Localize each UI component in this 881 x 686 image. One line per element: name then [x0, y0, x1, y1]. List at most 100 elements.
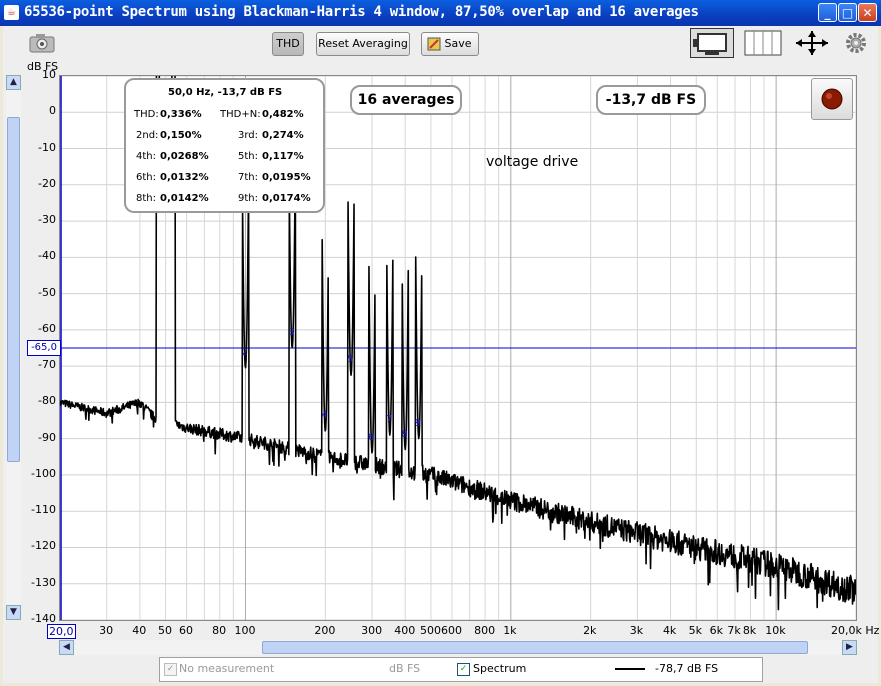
thd-cell: 0,336% — [160, 109, 202, 120]
scroll-left-arrow[interactable]: ◀ — [59, 640, 74, 655]
averages-badge: 16 averages — [350, 85, 462, 115]
y-tick-label: -90 — [38, 430, 56, 444]
thd-info-box: 50,0 Hz, -13,7 dB FS THD: 0,336% THD+N: 0,4… — [124, 78, 325, 213]
close-button[interactable]: ✕ — [858, 3, 877, 22]
x-tick-label: 60 — [178, 624, 193, 637]
spectrum-legend-value: -78,7 dB FS — [655, 662, 719, 675]
y-tick-label: -110 — [31, 503, 56, 517]
y-tick-label: -20 — [38, 176, 56, 190]
reset-averaging-button[interactable]: Reset Averaging — [316, 32, 410, 56]
zoom-fit-icon[interactable] — [794, 30, 830, 56]
x-tick-label: 6k — [709, 624, 724, 637]
x-tick-label: 300 — [361, 624, 383, 637]
x-tick-label: 20,0k Hz — [831, 624, 880, 637]
x-tick-label: 3k — [629, 624, 644, 637]
marker-level-label[interactable]: -65,0 — [27, 340, 61, 356]
spectrum-checkbox[interactable]: ✓ — [457, 663, 470, 676]
vertical-scrollbar[interactable]: ▲ ▼ — [6, 75, 21, 620]
no-measurement-checkbox[interactable]: ✓ — [164, 663, 177, 676]
java-app-icon: ☕ — [4, 5, 19, 20]
x-tick-label: 4k — [662, 624, 677, 637]
save-button[interactable]: Save — [421, 32, 479, 56]
level-badge: -13,7 dB FS — [596, 85, 706, 115]
save-icon — [427, 37, 441, 59]
y-tick-label: -10 — [38, 140, 56, 154]
thd-cell: 6th: — [136, 172, 156, 183]
grid-view-icon[interactable] — [744, 30, 782, 56]
harmonic-label: 3 — [288, 327, 295, 338]
x-tick-label: 20,0 — [47, 624, 76, 639]
x-tick-label: 10k — [765, 624, 786, 637]
save-label: Save — [444, 37, 472, 50]
no-measurement-label: No measurement — [179, 662, 275, 675]
maximize-button[interactable]: □ — [838, 3, 857, 22]
x-tick-label: 800 — [474, 624, 496, 637]
thd-cell: 9th: — [238, 193, 258, 204]
thd-cell: 0,0195% — [262, 172, 311, 183]
vertical-scroll-thumb[interactable] — [7, 117, 20, 462]
thd-cell: 4th: — [136, 151, 156, 162]
thd-cell: 2nd: — [136, 130, 159, 141]
spectrum-legend-label: Spectrum — [473, 662, 527, 675]
legend-unit: dB FS — [389, 662, 421, 675]
x-tick-label: 7k — [727, 624, 741, 637]
record-button[interactable] — [811, 78, 853, 120]
x-tick-label: 40 — [132, 624, 147, 637]
y-tick-label: -50 — [38, 285, 56, 299]
thd-cell: 0,0142% — [160, 193, 209, 204]
x-tick-label: 600 — [441, 624, 463, 637]
thd-cell: 0,482% — [262, 109, 304, 120]
thd-cell: 0,274% — [262, 130, 304, 141]
thd-cell: 0,0174% — [262, 193, 311, 204]
y-tick-label: -120 — [31, 539, 56, 553]
thd-cell: 8th: — [136, 193, 156, 204]
x-tick-label: 200 — [314, 624, 336, 637]
harmonic-label: 4 — [321, 410, 328, 422]
graph-view-icon[interactable] — [690, 28, 734, 58]
horizontal-scroll-thumb[interactable] — [262, 641, 808, 654]
thd-cell: 0,117% — [262, 151, 304, 162]
y-tick-label: -80 — [38, 394, 56, 408]
window-title: 65536-point Spectrum using Blackman-Harr… — [24, 4, 699, 20]
y-tick-label: -30 — [38, 213, 56, 227]
thd-cell: THD: — [134, 109, 159, 120]
thd-header: 50,0 Hz, -13,7 dB FS — [168, 87, 283, 98]
x-tick-label: 8k — [742, 624, 757, 637]
spectrum-legend-line — [615, 668, 645, 670]
harmonic-label: 6 — [368, 432, 375, 444]
thd-cell: 3rd: — [238, 130, 259, 141]
thd-cell: 7th: — [238, 172, 258, 183]
x-tick-label: 1k — [503, 624, 517, 637]
harmonic-label: 8 — [401, 428, 408, 440]
thd-cell: 0,0132% — [160, 172, 209, 183]
y-tick-label: -40 — [38, 249, 56, 263]
y-tick-label: -130 — [31, 575, 56, 589]
harmonic-label: 9 — [414, 417, 422, 429]
minimize-button[interactable]: _ — [818, 3, 837, 22]
camera-icon[interactable] — [27, 30, 57, 54]
thd-cell: 5th: — [238, 151, 258, 162]
scroll-up-arrow[interactable]: ▲ — [6, 75, 21, 90]
legend-bar: ✓ No measurement dB FS ✓ Spectrum -78,7 … — [159, 657, 763, 682]
x-tick-label: 500 — [420, 624, 442, 637]
thd-button[interactable]: THD — [272, 32, 304, 56]
title-bar: ☕ 65536-point Spectrum using Blackman-Ha… — [0, 0, 881, 26]
harmonic-label: 7 — [385, 414, 393, 426]
x-tick-label: 50 — [157, 624, 172, 637]
x-tick-label: 100 — [234, 624, 256, 637]
y-tick-label: 10 — [42, 68, 56, 81]
x-tick-label: 80 — [212, 624, 227, 637]
scroll-right-arrow[interactable]: ▶ — [842, 640, 857, 655]
x-tick-label: 30 — [99, 624, 114, 637]
y-tick-label: -100 — [31, 466, 56, 480]
x-tick-label: 2k — [583, 624, 597, 637]
thd-cell: THD+N: — [220, 109, 261, 120]
gear-icon[interactable] — [845, 32, 867, 54]
scroll-down-arrow[interactable]: ▼ — [6, 605, 21, 620]
thd-cell: 0,150% — [160, 130, 202, 141]
horizontal-scrollbar[interactable]: ◀ ▶ — [59, 640, 857, 655]
y-tick-label: 0 — [49, 104, 56, 118]
x-tick-label: 400 — [394, 624, 416, 637]
harmonic-label: 2 — [241, 346, 248, 358]
x-tick-label: 5k — [688, 624, 703, 637]
